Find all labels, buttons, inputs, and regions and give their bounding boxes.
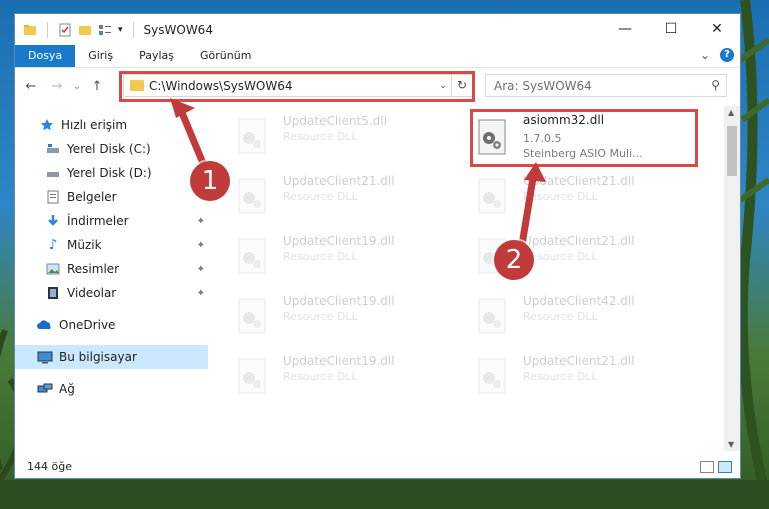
callout-badge-1: 1 [190, 161, 230, 201]
callout-arrows [170, 98, 546, 246]
callout-badge-2: 2 [494, 240, 534, 280]
